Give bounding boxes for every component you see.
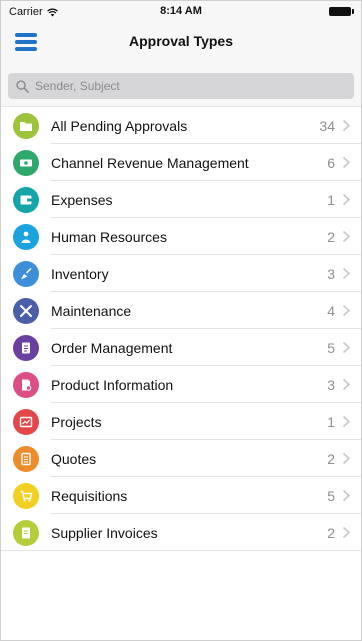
list-item-label: Order Management	[51, 340, 173, 356]
approval-types-screen: Carrier 8:14 AM Approval Types Sender, S…	[0, 0, 362, 641]
search-icon	[16, 79, 29, 93]
chevron-right-icon	[342, 156, 351, 169]
list-item[interactable]: Supplier Invoices 2	[1, 514, 361, 551]
list-item[interactable]: Product Information 3	[1, 366, 361, 403]
list-item-count: 1	[327, 192, 335, 208]
list-item-count: 34	[319, 118, 335, 134]
chevron-right-icon	[342, 452, 351, 465]
list-item[interactable]: Maintenance 4	[1, 292, 361, 329]
list-item[interactable]: Human Resources 2	[1, 218, 361, 255]
list-item-label: Expenses	[51, 192, 113, 208]
chevron-right-icon	[342, 119, 351, 132]
list-item-count: 5	[327, 488, 335, 504]
cart-icon	[13, 483, 39, 509]
projects-icon	[13, 409, 39, 435]
wallet-icon	[13, 187, 39, 213]
list-item[interactable]: Expenses 1	[1, 181, 361, 218]
search-placeholder: Sender, Subject	[35, 79, 120, 93]
list-item[interactable]: Requisitions 5	[1, 477, 361, 514]
money-icon	[13, 150, 39, 176]
chevron-right-icon	[342, 267, 351, 280]
list-item-label: Supplier Invoices	[51, 525, 158, 541]
chevron-right-icon	[342, 415, 351, 428]
product-doc-icon	[13, 372, 39, 398]
battery-icon	[329, 7, 354, 16]
search-bar: Sender, Subject	[1, 65, 361, 106]
folder-icon	[13, 113, 39, 139]
chevron-right-icon	[342, 378, 351, 391]
broom-icon	[13, 261, 39, 287]
list-item-count: 6	[327, 155, 335, 171]
list-item-label: Quotes	[51, 451, 97, 467]
invoice-icon	[13, 520, 39, 546]
list-item-label: Human Resources	[51, 229, 167, 245]
list-item-count: 2	[327, 229, 335, 245]
list-item[interactable]: Inventory 3	[1, 255, 361, 292]
list-item[interactable]: Projects 1	[1, 403, 361, 440]
list-item-label: Channel Revenue Management	[51, 155, 249, 171]
list-item-count: 3	[327, 266, 335, 282]
quote-icon	[13, 446, 39, 472]
search-input[interactable]: Sender, Subject	[8, 73, 354, 99]
list-item[interactable]: Channel Revenue Management 6	[1, 144, 361, 181]
list-item-label: Projects	[51, 414, 102, 430]
list-item-count: 2	[327, 525, 335, 541]
top-bar: Carrier 8:14 AM Approval Types Sender, S…	[1, 1, 361, 107]
chevron-right-icon	[342, 230, 351, 243]
chevron-right-icon	[342, 526, 351, 539]
approval-types-list: All Pending Approvals 34 Channel Revenue M…	[1, 107, 361, 551]
list-item-label: Product Information	[51, 377, 174, 393]
document-icon	[13, 335, 39, 361]
tools-icon	[13, 298, 39, 324]
list-item-count: 4	[327, 303, 335, 319]
list-item-count: 3	[327, 377, 335, 393]
list-item-label: Inventory	[51, 266, 109, 282]
page-title: Approval Types	[129, 33, 233, 49]
status-bar: Carrier 8:14 AM	[1, 1, 361, 23]
list-item[interactable]: Order Management 5	[1, 329, 361, 366]
list-item[interactable]: All Pending Approvals 34	[1, 107, 361, 144]
chevron-right-icon	[342, 304, 351, 317]
list-item-count: 1	[327, 414, 335, 430]
list-item-label: Requisitions	[51, 488, 128, 504]
list-item-label: All Pending Approvals	[51, 118, 188, 134]
list-item-label: Maintenance	[51, 303, 132, 319]
person-icon	[13, 224, 39, 250]
chevron-right-icon	[342, 193, 351, 206]
list-item-count: 2	[327, 451, 335, 467]
chevron-right-icon	[342, 489, 351, 502]
status-time: 8:14 AM	[160, 5, 202, 17]
list-item-count: 5	[327, 340, 335, 356]
nav-bar: Approval Types	[1, 23, 361, 65]
chevron-right-icon	[342, 341, 351, 354]
list-item[interactable]: Quotes 2	[1, 440, 361, 477]
